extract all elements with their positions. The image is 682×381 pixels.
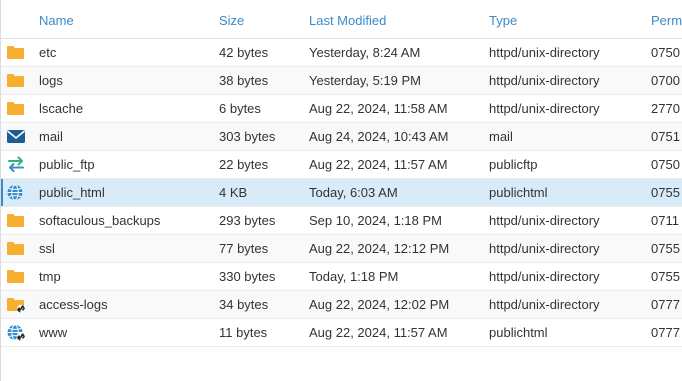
file-type: httpd/unix-directory	[489, 73, 600, 88]
globe-icon	[6, 183, 28, 203]
file-type: publicftp	[489, 157, 538, 172]
file-size: 293 bytes	[219, 213, 276, 228]
folder-icon	[6, 43, 28, 63]
file-type: publichtml	[489, 325, 548, 340]
file-last-modified: Yesterday, 5:19 PM	[309, 73, 422, 88]
column-header-last-modified[interactable]: Last Modified	[309, 13, 386, 28]
file-size: 330 bytes	[219, 269, 276, 284]
file-last-modified: Aug 22, 2024, 12:12 PM	[309, 241, 450, 256]
column-header-type[interactable]: Type	[489, 13, 517, 28]
file-permissions: 0750	[651, 157, 680, 172]
file-list-table: Name Size Last Modified Type Perm etc 42 …	[0, 0, 682, 381]
file-name[interactable]: logs	[39, 73, 63, 88]
file-size: 11 bytes	[219, 325, 268, 340]
table-row[interactable]: public_ftp 22 bytes Aug 22, 2024, 11:57 AM…	[1, 151, 682, 179]
globe-link-icon	[6, 323, 28, 343]
file-permissions: 0777	[651, 325, 680, 340]
file-last-modified: Aug 22, 2024, 11:58 AM	[309, 101, 448, 116]
table-row[interactable]: mail 303 bytes Aug 24, 2024, 10:43 AM mail 0…	[1, 123, 682, 151]
file-last-modified: Today, 6:03 AM	[309, 185, 398, 200]
file-type: httpd/unix-directory	[489, 101, 600, 116]
column-header-size[interactable]: Size	[219, 13, 244, 28]
file-type: httpd/unix-directory	[489, 213, 600, 228]
selected-row-indicator	[1, 179, 3, 206]
file-permissions: 2770	[651, 101, 680, 116]
folder-icon	[6, 239, 28, 259]
file-last-modified: Aug 22, 2024, 12:02 PM	[309, 297, 450, 312]
transfer-arrows-icon	[6, 155, 28, 175]
folder-icon	[6, 211, 28, 231]
table-header: Name Size Last Modified Type Perm	[1, 0, 682, 39]
file-size: 6 bytes	[219, 101, 261, 116]
file-size: 303 bytes	[219, 129, 276, 144]
folder-link-icon	[6, 295, 28, 315]
file-permissions: 0700	[651, 73, 680, 88]
table-row[interactable]: ssl 77 bytes Aug 22, 2024, 12:12 PM httpd/u…	[1, 235, 682, 263]
file-type: mail	[489, 129, 513, 144]
column-header-name[interactable]: Name	[39, 13, 74, 28]
file-type: httpd/unix-directory	[489, 269, 600, 284]
file-name[interactable]: access-logs	[39, 297, 108, 312]
file-size: 34 bytes	[219, 297, 269, 312]
table-row[interactable]: lscache 6 bytes Aug 22, 2024, 11:58 AM http…	[1, 95, 682, 123]
file-last-modified: Aug 24, 2024, 10:43 AM	[309, 129, 449, 144]
table-row[interactable]: logs 38 bytes Yesterday, 5:19 PM httpd/unix…	[1, 67, 682, 95]
file-name[interactable]: lscache	[39, 101, 83, 116]
file-size: 42 bytes	[219, 45, 269, 60]
file-type: httpd/unix-directory	[489, 297, 600, 312]
file-permissions: 0755	[651, 241, 680, 256]
file-name[interactable]: www	[39, 325, 67, 340]
file-permissions: 0750	[651, 45, 680, 60]
file-permissions: 0711	[651, 213, 679, 228]
file-name[interactable]: public_ftp	[39, 157, 95, 172]
folder-icon	[6, 99, 28, 119]
file-permissions: 0751	[651, 129, 680, 144]
folder-icon	[6, 267, 28, 287]
table-row[interactable]: softaculous_backups 293 bytes Sep 10, 2024…	[1, 207, 682, 235]
file-size: 77 bytes	[219, 241, 269, 256]
file-name[interactable]: mail	[39, 129, 63, 144]
file-name[interactable]: etc	[39, 45, 56, 60]
table-row[interactable]: www 11 bytes Aug 22, 2024, 11:57 AM publich…	[1, 319, 682, 347]
column-header-permissions[interactable]: Perm	[651, 13, 682, 28]
table-row[interactable]: access-logs 34 bytes Aug 22, 2024, 12:02 P…	[1, 291, 682, 319]
file-permissions: 0755	[651, 269, 680, 284]
file-name[interactable]: ssl	[39, 241, 55, 256]
table-row[interactable]: public_html 4 KB Today, 6:03 AM publichtml 0…	[1, 179, 682, 207]
folder-icon	[6, 71, 28, 91]
file-permissions: 0777	[651, 297, 680, 312]
file-name[interactable]: tmp	[39, 269, 61, 284]
file-name[interactable]: public_html	[39, 185, 105, 200]
file-size: 22 bytes	[219, 157, 269, 172]
file-type: publichtml	[489, 185, 548, 200]
file-last-modified: Today, 1:18 PM	[309, 269, 399, 284]
file-last-modified: Aug 22, 2024, 11:57 AM	[309, 325, 448, 340]
file-name[interactable]: softaculous_backups	[39, 213, 160, 228]
file-type: httpd/unix-directory	[489, 45, 600, 60]
file-last-modified: Yesterday, 8:24 AM	[309, 45, 421, 60]
table-row[interactable]: etc 42 bytes Yesterday, 8:24 AM httpd/unix-…	[1, 39, 682, 67]
file-last-modified: Aug 22, 2024, 11:57 AM	[309, 157, 448, 172]
table-body: etc 42 bytes Yesterday, 8:24 AM httpd/unix-…	[1, 39, 682, 347]
table-row[interactable]: tmp 330 bytes Today, 1:18 PM httpd/unix-dir…	[1, 263, 682, 291]
mail-icon	[6, 127, 28, 147]
file-size: 4 KB	[219, 185, 248, 200]
file-size: 38 bytes	[219, 73, 269, 88]
file-permissions: 0755	[651, 185, 680, 200]
file-type: httpd/unix-directory	[489, 241, 600, 256]
file-last-modified: Sep 10, 2024, 1:18 PM	[309, 213, 442, 228]
